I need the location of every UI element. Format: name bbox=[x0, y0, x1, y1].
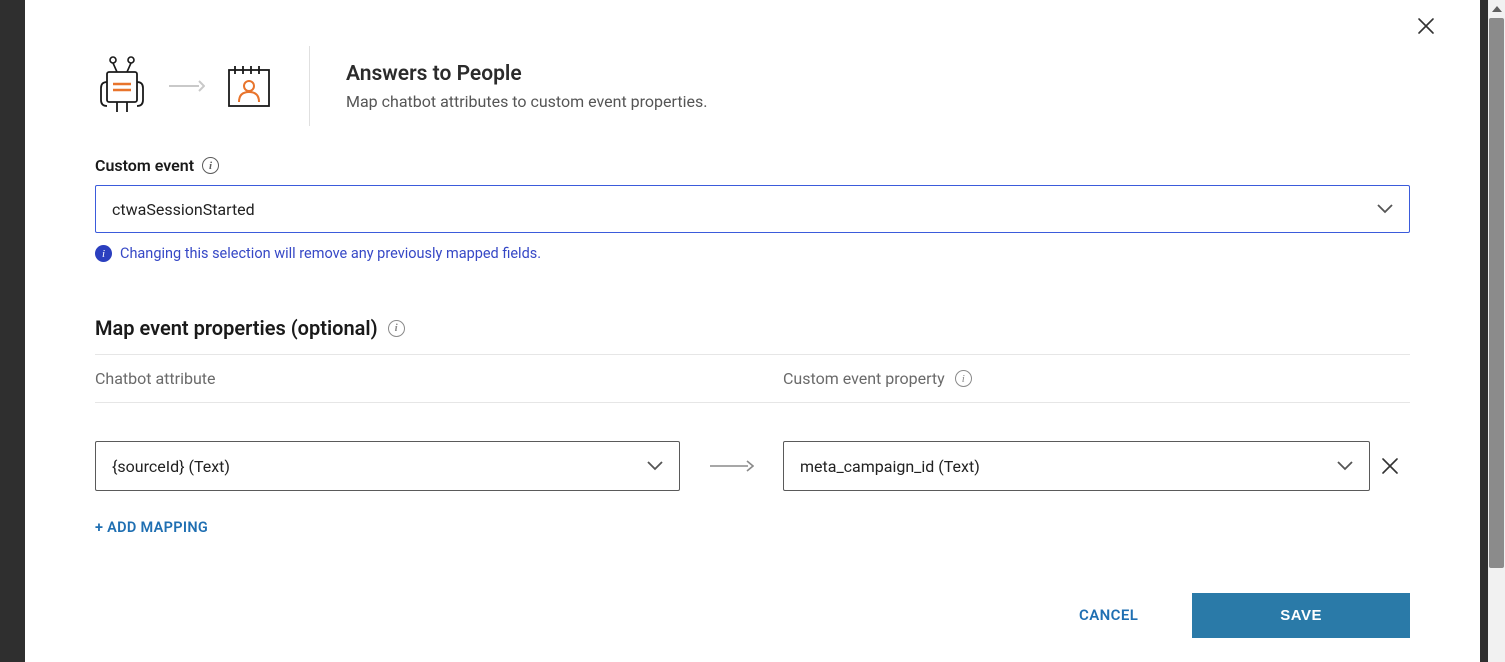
chevron-down-icon bbox=[647, 461, 663, 471]
delete-mapping-button[interactable] bbox=[1370, 458, 1410, 474]
chatbot-attribute-value: {sourceId} (Text) bbox=[112, 457, 230, 476]
chevron-down-icon bbox=[1337, 461, 1353, 471]
modal-subtitle: Map chatbot attributes to custom event p… bbox=[346, 92, 707, 111]
custom-event-label-row: Custom event i bbox=[95, 156, 1410, 175]
close-button[interactable] bbox=[1412, 12, 1440, 40]
custom-event-value: ctwaSessionStarted bbox=[112, 200, 255, 219]
close-icon bbox=[1382, 458, 1398, 474]
custom-event-label: Custom event bbox=[95, 156, 194, 175]
info-icon[interactable]: i bbox=[955, 370, 972, 387]
triangle-up-icon bbox=[1492, 6, 1502, 12]
people-event-icon bbox=[225, 62, 273, 110]
mapping-column-headers: Chatbot attribute Custom event property … bbox=[95, 354, 1410, 403]
info-badge-icon: i bbox=[95, 245, 112, 262]
save-button[interactable]: SAVE bbox=[1192, 593, 1410, 638]
cancel-button[interactable]: CANCEL bbox=[1059, 592, 1158, 638]
modal-header: Answers to People Map chatbot attributes… bbox=[95, 46, 1410, 126]
arrow-right-icon bbox=[169, 79, 205, 93]
icon-flow bbox=[95, 56, 273, 116]
chatbot-icon bbox=[95, 56, 149, 116]
arrow-right-icon bbox=[710, 459, 754, 473]
modal: Answers to People Map chatbot attributes… bbox=[25, 0, 1480, 662]
header-divider bbox=[309, 46, 310, 126]
close-icon bbox=[1417, 17, 1435, 35]
custom-event-property-header: Custom event property bbox=[783, 369, 945, 388]
scroll-up-button[interactable] bbox=[1488, 0, 1505, 17]
map-properties-title-row: Map event properties (optional) i bbox=[95, 316, 1410, 354]
custom-event-property-value: meta_campaign_id (Text) bbox=[800, 457, 980, 476]
map-properties-title: Map event properties (optional) bbox=[95, 316, 378, 340]
custom-event-property-select[interactable]: meta_campaign_id (Text) bbox=[783, 441, 1370, 491]
custom-event-warning-text: Changing this selection will remove any … bbox=[120, 245, 541, 262]
info-icon[interactable]: i bbox=[202, 157, 219, 174]
modal-footer: CANCEL SAVE bbox=[95, 592, 1410, 638]
modal-title: Answers to People bbox=[346, 62, 707, 86]
chevron-down-icon bbox=[1377, 204, 1393, 214]
info-icon[interactable]: i bbox=[388, 320, 405, 337]
scrollbar-thumb[interactable] bbox=[1489, 18, 1504, 568]
chatbot-attribute-header: Chatbot attribute bbox=[95, 369, 783, 388]
scrollbar[interactable] bbox=[1488, 0, 1505, 662]
mapping-row: {sourceId} (Text) meta_campaign_id (Text… bbox=[95, 441, 1410, 491]
custom-event-select[interactable]: ctwaSessionStarted bbox=[95, 185, 1410, 233]
add-mapping-button[interactable]: + ADD MAPPING bbox=[95, 519, 208, 536]
custom-event-warning: i Changing this selection will remove an… bbox=[95, 245, 1410, 262]
chatbot-attribute-select[interactable]: {sourceId} (Text) bbox=[95, 441, 680, 491]
